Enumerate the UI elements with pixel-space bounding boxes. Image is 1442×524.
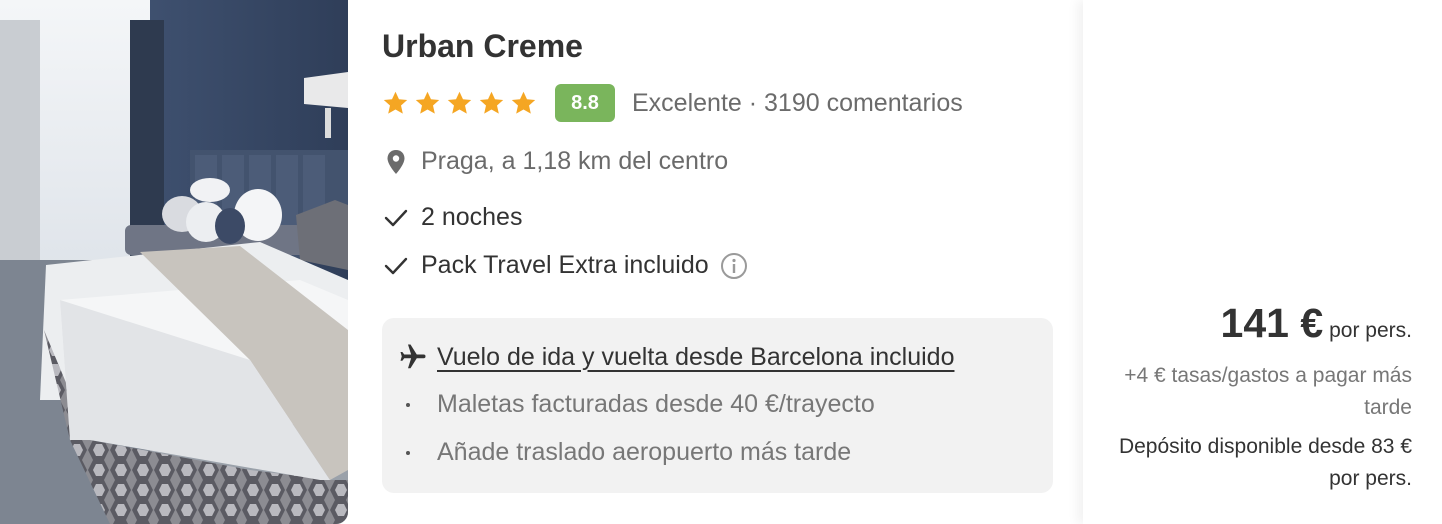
hotel-result-card[interactable]: Urban Creme 8.8 Excelente · 3190 comenta…	[0, 0, 1442, 524]
star-icon	[479, 91, 504, 114]
score-badge: 8.8	[555, 84, 615, 122]
map-pin-icon	[382, 148, 410, 176]
flight-detail-item: Añade traslado aeropuerto más tarde	[406, 438, 851, 467]
star-rating	[382, 90, 537, 117]
deposit-note: Depósito disponible desde 83 € por pers.	[1118, 435, 1412, 490]
info-icon[interactable]	[720, 252, 748, 280]
price-unit: por pers.	[1329, 319, 1412, 342]
feature-text: Pack Travel Extra incluido	[421, 251, 709, 279]
rating-row: 8.8 Excelente · 3190 comentarios	[382, 83, 963, 123]
feature-pack: Pack Travel Extra incluido	[382, 251, 748, 280]
hotel-name[interactable]: Urban Creme	[382, 28, 583, 65]
price-line: 141 € por pers.	[1221, 300, 1412, 347]
flight-included-link[interactable]: Vuelo de ida y vuelta desde Barcelona in…	[437, 343, 954, 372]
star-icon	[511, 91, 536, 114]
checkmark-icon	[382, 204, 410, 232]
feature-text: 2 noches	[421, 203, 523, 231]
feature-nights: 2 noches	[382, 203, 522, 232]
star-icon	[383, 91, 408, 114]
location-text[interactable]: Praga, a 1,18 km del centro	[421, 147, 728, 176]
location-row: Praga, a 1,18 km del centro	[382, 147, 728, 176]
flight-box: Vuelo de ida y vuelta desde Barcelona in…	[382, 318, 1053, 493]
flight-detail-text: Maletas facturadas desde 40 €/trayecto	[437, 390, 875, 418]
price-panel[interactable]: 141 € por pers. +4 € tasas/gastos a paga…	[1083, 0, 1442, 524]
star-icon	[447, 91, 472, 114]
flight-header: Vuelo de ida y vuelta desde Barcelona in…	[398, 342, 954, 372]
hotel-photo[interactable]	[0, 0, 348, 524]
flight-detail-item: Maletas facturadas desde 40 €/trayecto	[406, 390, 875, 419]
hotel-info: Urban Creme 8.8 Excelente · 3190 comenta…	[382, 0, 1062, 524]
flight-detail-text: Añade traslado aeropuerto más tarde	[437, 438, 852, 466]
hotel-room-image	[0, 0, 348, 524]
star-icon	[415, 91, 440, 114]
checkmark-icon	[382, 252, 410, 280]
rating-summary[interactable]: Excelente · 3190 comentarios	[632, 89, 963, 118]
bullet	[406, 402, 410, 407]
airplane-icon	[400, 344, 426, 369]
bullet	[406, 450, 410, 455]
price-amount: 141 €	[1220, 300, 1324, 346]
taxes-note: +4 € tasas/gastos a pagar más tarde	[1124, 364, 1412, 419]
